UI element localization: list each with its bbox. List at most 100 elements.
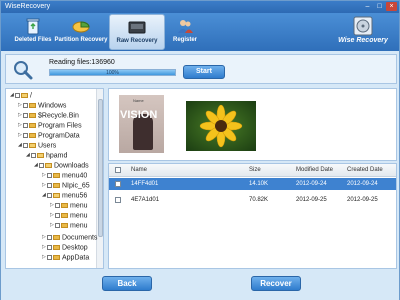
back-button[interactable]: Back: [102, 276, 152, 291]
tree-item-label: menu56: [62, 192, 88, 200]
file-name: 4E7A1d01: [131, 197, 160, 203]
tree-item[interactable]: ▷ $Recycle.Bin: [18, 111, 79, 120]
tree-item[interactable]: ▷ Desktop: [42, 243, 88, 252]
tree-item[interactable]: ▷ AppData: [42, 253, 89, 262]
toolbar: Deleted Files Partition Recovery Raw Rec…: [1, 13, 399, 51]
folder-icon: [53, 193, 60, 198]
tool-partition-recovery[interactable]: Partition Recovery: [53, 14, 109, 50]
window-title: WiseRecovery: [5, 3, 51, 10]
tree-checkbox[interactable]: [47, 173, 52, 178]
brand-name: Wise Recovery: [338, 37, 388, 44]
recover-button[interactable]: Recover: [251, 276, 301, 291]
tree-item-label: menu: [70, 212, 88, 220]
tree-checkbox[interactable]: [47, 245, 52, 250]
folder-icon: [61, 213, 68, 218]
folder-tree[interactable]: ◢ / ▷ Windows ▷ $Recycle.Bin ▷ Program Files ▷ Pr…: [5, 88, 104, 269]
tree-item[interactable]: ▷ Windows: [18, 101, 66, 110]
tree-checkbox[interactable]: [47, 193, 52, 198]
tree-item[interactable]: ▷ menu: [50, 221, 88, 230]
folder-icon: [45, 163, 52, 168]
column-size[interactable]: Size: [249, 167, 261, 173]
tree-item[interactable]: ◢ Users: [18, 141, 56, 150]
folder-icon: [53, 235, 60, 240]
tree-checkbox[interactable]: [39, 163, 44, 168]
file-created-date: 2012-09-24: [347, 181, 378, 187]
preview-caption-text: Name: [133, 98, 144, 103]
column-created-date[interactable]: Created Date: [347, 167, 383, 173]
file-modified-date: 2012-09-24: [296, 181, 327, 187]
table-row[interactable]: 4E7A1d01 70.82K 2012-09-25 2012-09-25: [109, 194, 396, 206]
tool-label: Deleted Files: [14, 37, 52, 43]
tree-item-label: Downloads: [54, 162, 89, 170]
file-list-header: Name Size Modified Date Created Date: [109, 164, 396, 177]
tree-checkbox[interactable]: [23, 133, 28, 138]
tree-checkbox[interactable]: [15, 93, 20, 98]
tree-item-label: menu: [70, 222, 88, 230]
file-size: 14.10K: [249, 181, 269, 187]
tree-item[interactable]: ▷ NIpic_65: [42, 181, 90, 190]
column-modified-date[interactable]: Modified Date: [296, 167, 333, 173]
folder-icon: [29, 133, 36, 138]
tree-item[interactable]: ▷ menu: [50, 201, 88, 210]
tree-item-label: Users: [38, 142, 57, 150]
close-button[interactable]: ×: [386, 2, 397, 11]
folder-icon: [29, 103, 36, 108]
tree-checkbox[interactable]: [23, 113, 28, 118]
tree-checkbox[interactable]: [23, 103, 28, 108]
window-controls: – □ ×: [362, 2, 397, 11]
tree-item[interactable]: ◢ hpamd: [26, 151, 67, 160]
tree-item[interactable]: ▷ Program Files: [18, 121, 82, 130]
tree-item[interactable]: ◢ menu56: [42, 191, 87, 200]
partition-disk-icon: [71, 16, 91, 36]
disk-logo-icon: [351, 15, 375, 37]
tree-checkbox[interactable]: [31, 153, 36, 158]
tool-label: Raw Recovery: [116, 38, 158, 44]
recycle-bin-icon: [23, 16, 43, 36]
folder-icon: [53, 183, 60, 188]
tree-checkbox[interactable]: [47, 235, 52, 240]
tree-item[interactable]: ▷ menu40: [42, 171, 87, 180]
start-button[interactable]: Start: [183, 65, 225, 79]
tree-checkbox[interactable]: [55, 203, 60, 208]
flower-icon: [199, 104, 243, 148]
folder-icon: [29, 113, 36, 118]
brand-logo: Wise Recovery: [333, 15, 393, 49]
progress-label: 100%: [106, 70, 119, 76]
tree-item-label: /: [30, 92, 32, 100]
scrollbar-thumb[interactable]: [98, 99, 103, 237]
tree-item[interactable]: ▷ ProgramData: [18, 131, 80, 140]
tree-item[interactable]: ◢ Downloads: [34, 161, 89, 170]
row-checkbox[interactable]: [115, 197, 121, 203]
tree-item-label: AppData: [62, 254, 90, 262]
tree-item[interactable]: ▷ menu: [50, 211, 88, 220]
folder-icon: [21, 93, 28, 98]
tree-checkbox[interactable]: [55, 213, 60, 218]
tree-item-label: Program Files: [38, 122, 82, 130]
folder-icon: [29, 143, 36, 148]
footer-bar: Back Recover: [1, 271, 399, 300]
column-name[interactable]: Name: [131, 167, 147, 173]
tree-item-label: $Recycle.Bin: [38, 112, 79, 120]
scan-progress-bar: 100%: [49, 69, 176, 76]
tree-item[interactable]: ◢ /: [10, 91, 32, 100]
tree-checkbox[interactable]: [23, 123, 28, 128]
tree-checkbox[interactable]: [23, 143, 28, 148]
tree-item-label: Documents: [62, 234, 98, 242]
tree-checkbox[interactable]: [55, 223, 60, 228]
minimize-button[interactable]: –: [362, 2, 373, 11]
tree-item[interactable]: ▷ Documents: [42, 233, 97, 242]
title-bar: WiseRecovery – □ ×: [1, 1, 399, 13]
preview-panel: VISION Name: [108, 88, 397, 161]
tree-checkbox[interactable]: [47, 255, 52, 260]
table-row[interactable]: 14FF4d01 14.10K 2012-09-24 2012-09-24: [109, 178, 396, 190]
tree-item-label: menu40: [62, 172, 88, 180]
tool-register[interactable]: Register: [157, 14, 213, 50]
preview-image-vision[interactable]: VISION Name: [119, 95, 164, 153]
select-all-checkbox[interactable]: [115, 167, 121, 173]
row-checkbox[interactable]: [115, 181, 121, 187]
tree-checkbox[interactable]: [47, 183, 52, 188]
maximize-button[interactable]: □: [374, 2, 385, 11]
file-list: Name Size Modified Date Created Date 14F…: [108, 163, 397, 269]
tree-item-label: ProgramData: [38, 132, 80, 140]
preview-image-flower[interactable]: [186, 101, 256, 151]
